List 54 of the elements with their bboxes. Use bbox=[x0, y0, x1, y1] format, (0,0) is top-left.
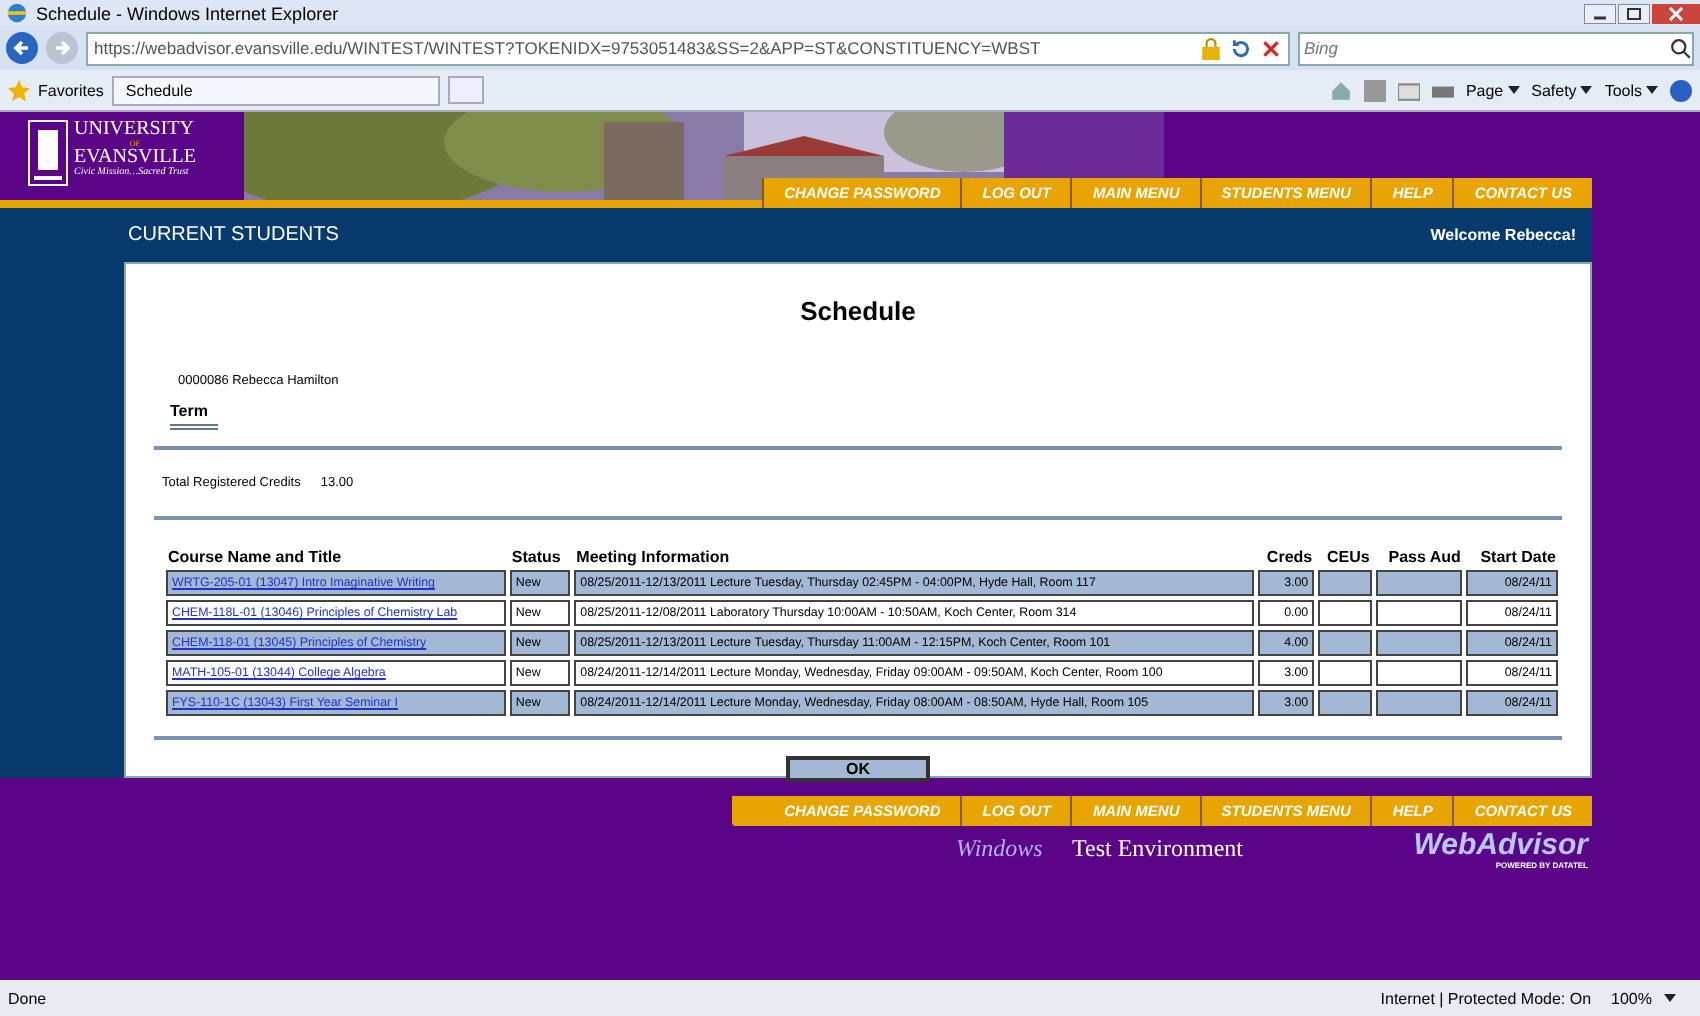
ok-button[interactable]: OK bbox=[786, 756, 930, 782]
table-cell bbox=[1318, 570, 1372, 596]
table-cell bbox=[1375, 660, 1463, 686]
window-title: Schedule - Windows Internet Explorer bbox=[36, 3, 339, 23]
browser-tab[interactable]: Schedule bbox=[111, 75, 440, 105]
table-cell bbox=[1375, 630, 1463, 656]
brand-text: WebAdvisor bbox=[1413, 830, 1588, 860]
table-cell bbox=[1318, 690, 1372, 716]
caret-icon[interactable] bbox=[1664, 994, 1676, 1002]
toolbar-menu[interactable]: Page bbox=[1465, 81, 1504, 99]
caret-icon[interactable] bbox=[1646, 86, 1658, 94]
column-header: Status bbox=[509, 548, 563, 566]
seal-icon bbox=[28, 120, 68, 186]
column-header: Meeting Information bbox=[574, 548, 732, 566]
table-cell bbox=[1375, 690, 1463, 716]
maximize-button[interactable] bbox=[1618, 3, 1650, 23]
logo-text: UNIVERSITY bbox=[74, 120, 196, 140]
favorites-button[interactable]: Favorites bbox=[38, 81, 104, 99]
os-text: Windows bbox=[956, 834, 1043, 864]
term-label: Term bbox=[170, 402, 218, 430]
table-cell bbox=[1318, 630, 1372, 656]
address-field[interactable]: https://webadvisor.evansville.edu/WINTEST/WINTEST?TOKENIDX=9753051483&SS=2&APP=ST&CONSTITUENCY=WBST bbox=[86, 31, 1290, 65]
toolbar-menu[interactable]: Tools bbox=[1604, 81, 1642, 99]
column-header: Course Name and Title bbox=[166, 548, 344, 566]
refresh-icon[interactable] bbox=[1230, 37, 1252, 59]
stop-icon[interactable] bbox=[1260, 37, 1282, 59]
welcome-text: Welcome Rebecca! bbox=[1430, 226, 1576, 244]
zoom-level[interactable]: 100% bbox=[1611, 989, 1652, 1007]
minimize-button[interactable] bbox=[1584, 3, 1616, 23]
table-cell bbox=[1318, 660, 1372, 686]
column-header: Pass Aud bbox=[1386, 548, 1463, 566]
url-text: https://webadvisor.evansville.edu/WINTEST/WINTEST?TOKENIDX=9753051483&SS=2&APP=ST&CONSTITUENCY=WBST bbox=[94, 38, 1043, 58]
caret-icon[interactable] bbox=[1507, 86, 1520, 94]
security-zone: Internet | Protected Mode: On bbox=[1380, 989, 1592, 1007]
toolbar-menu[interactable]: Safety bbox=[1531, 81, 1577, 99]
status-text: Done bbox=[8, 989, 47, 1007]
section-title: CURRENT STUDENTS bbox=[128, 224, 339, 246]
column-header: CEUs bbox=[1324, 548, 1372, 566]
table-cell bbox=[1375, 600, 1463, 626]
logo-text: EVANSVILLE bbox=[74, 148, 196, 168]
caret-icon[interactable] bbox=[1580, 86, 1593, 94]
close-button[interactable] bbox=[1652, 3, 1700, 23]
search-icon[interactable] bbox=[1670, 37, 1692, 59]
lock-icon bbox=[1200, 37, 1222, 59]
environment-text: Test Environment bbox=[1072, 834, 1243, 864]
back-button[interactable] bbox=[6, 32, 38, 64]
table-cell bbox=[1375, 570, 1463, 596]
search-box[interactable]: Bing bbox=[1298, 31, 1694, 65]
page-title: Schedule bbox=[800, 296, 916, 326]
column-header: Start Date bbox=[1478, 548, 1558, 566]
browser-logo-icon bbox=[6, 2, 28, 24]
table-cell bbox=[1318, 600, 1372, 626]
column-header: Creds bbox=[1264, 548, 1315, 566]
star-icon[interactable] bbox=[8, 79, 30, 101]
